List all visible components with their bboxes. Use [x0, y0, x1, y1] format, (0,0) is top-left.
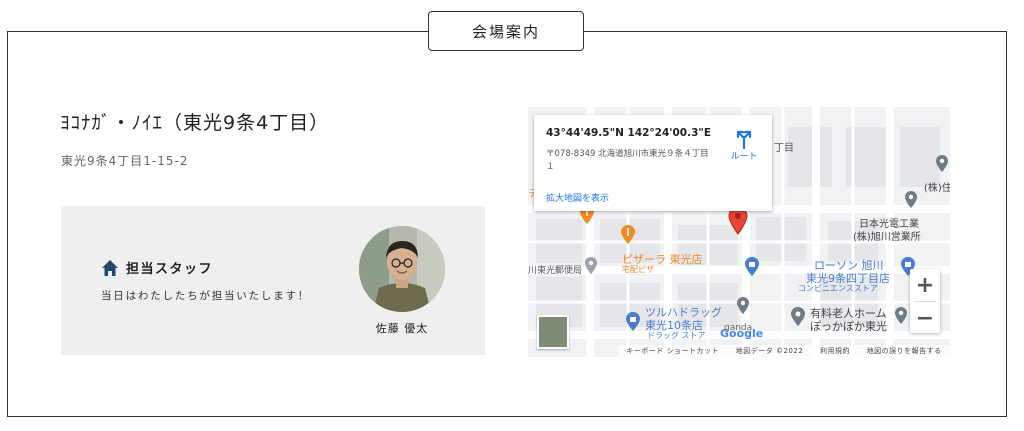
map-label-post: 川東光郵便局: [528, 266, 583, 276]
section-title: 会場案内: [428, 11, 584, 51]
home-icon: [102, 259, 118, 276]
zoom-out-button[interactable]: −: [910, 302, 940, 334]
route-button[interactable]: ルート: [724, 127, 764, 162]
poi-pin-icon[interactable]: [894, 307, 908, 325]
map-info-card: 43°44'49.5"N 142°24'00.3"E 〒078-8349 北海道…: [534, 115, 772, 211]
map-label-tsuruha-sub: ドラッグ ストア: [647, 331, 706, 340]
keyboard-shortcuts-link[interactable]: キーボード ショートカット: [626, 346, 719, 356]
embedded-map[interactable]: 43°44'49.5"N 142°24'00.3"E 〒078-8349 北海道…: [528, 107, 950, 357]
map-label-rojin-2: ぽっかぽか東光: [810, 320, 887, 333]
staff-title: 担当スタッフ: [101, 258, 213, 277]
enlarge-map-link[interactable]: 拡大地図を表示: [546, 191, 609, 204]
poi-pin-icon[interactable]: [935, 155, 949, 173]
map-address: 〒078-8349 北海道旭川市東光９条４丁目１: [546, 149, 709, 172]
map-label-pizzala-sub: 宅配ピザ: [622, 265, 654, 274]
poi-pin-icon[interactable]: [904, 191, 918, 209]
venue-name: ﾖｺﾅｶﾞ・ﾉｲｴ（東光9条4丁目）: [60, 112, 330, 134]
post-office-pin-icon[interactable]: [584, 257, 598, 275]
staff-title-label: 担当スタッフ: [126, 262, 214, 277]
street-view-thumbnail[interactable]: [537, 315, 569, 349]
map-label-chome: 丁目: [774, 143, 794, 154]
venue-address: 東光9条4丁目1-15-2: [61, 154, 189, 168]
zoom-in-button[interactable]: +: [910, 269, 940, 301]
directions-icon: [736, 130, 752, 149]
shop-pin-icon[interactable]: [744, 257, 760, 277]
facility-pin-icon[interactable]: [790, 307, 806, 327]
coordinates: 43°44'49.5"N 142°24'00.3"E: [546, 127, 712, 139]
map-footer: キーボード ショートカット 地図データ ©2022 利用規約 地図の誤りを報告す…: [618, 345, 950, 357]
route-label: ルート: [730, 152, 758, 162]
poi-pin-icon[interactable]: [736, 297, 750, 315]
zoom-control: + −: [910, 269, 940, 333]
map-label-sumi: (株)住: [924, 183, 950, 194]
avatar: [359, 226, 445, 312]
restaurant-pin-icon[interactable]: [620, 225, 636, 245]
terms-link[interactable]: 利用規約: [820, 346, 850, 356]
staff-panel: 担当スタッフ 当日はわたしたちが担当いたします！ 佐藤 優太: [61, 206, 485, 355]
map-label-nihon-2: (株)旭川営業所: [853, 232, 921, 243]
staff-name: 佐藤 優太: [375, 322, 429, 335]
pharmacy-pin-icon[interactable]: [625, 312, 641, 332]
map-label-lawson-sub: コンビニエンスストア: [798, 284, 878, 293]
google-logo: Google: [720, 327, 764, 340]
report-error-link[interactable]: 地図の誤りを報告する: [867, 346, 942, 356]
map-data-text: 地図データ ©2022: [735, 347, 804, 355]
staff-message: 当日はわたしたちが担当いたします！: [101, 290, 311, 302]
